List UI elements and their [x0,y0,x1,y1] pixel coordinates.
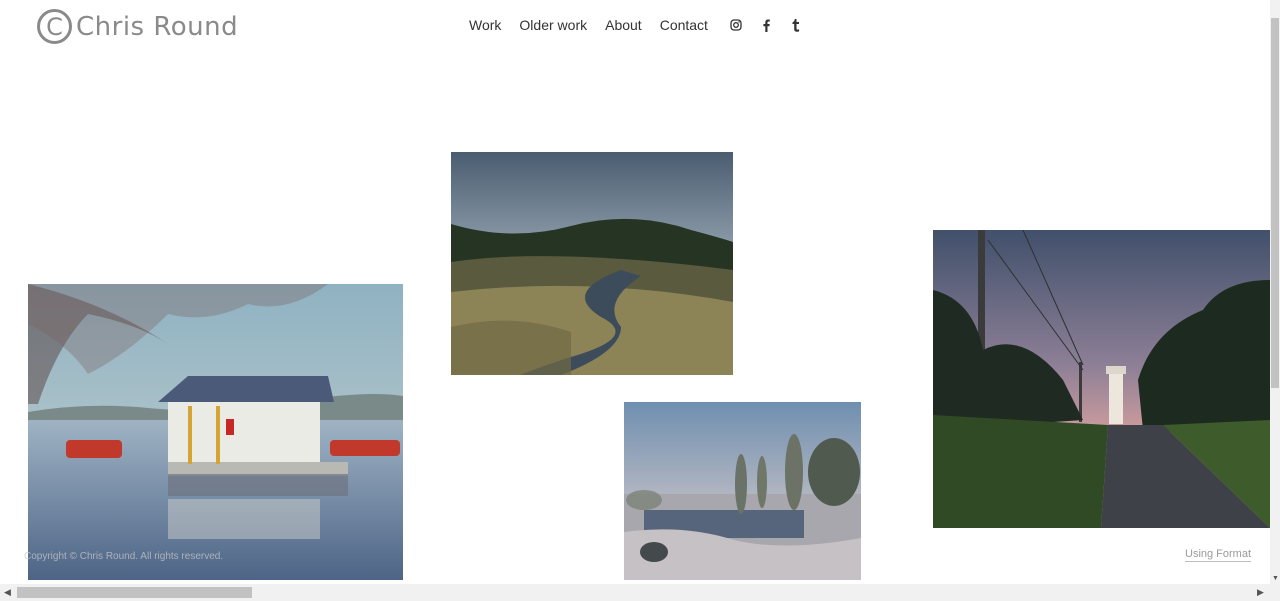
tumblr-icon[interactable] [788,17,804,33]
site-logo[interactable]: C Chris Round [37,9,238,44]
horizontal-scrollbar-thumb[interactable] [17,587,252,598]
copyright-logo-icon: C [37,9,72,44]
nav-contact[interactable]: Contact [660,17,708,33]
horizontal-scrollbar[interactable]: ◀ ▶ [0,584,1270,601]
boathouse-photo[interactable] [28,284,403,580]
vertical-scrollbar[interactable]: ▼ [1270,0,1280,584]
nav-work[interactable]: Work [469,17,501,33]
facebook-icon[interactable] [758,17,774,33]
scroll-down-arrow-icon[interactable]: ▼ [1272,575,1279,582]
vertical-scrollbar-thumb[interactable] [1271,18,1279,388]
main-nav: Work Older work About Contact [469,16,804,34]
nav-older-work[interactable]: Older work [519,17,587,33]
frosty-pond-photo[interactable] [624,402,861,580]
nav-about[interactable]: About [605,17,642,33]
lighthouse-road-photo[interactable] [933,230,1270,528]
site-title: Chris Round [76,11,239,42]
scroll-right-arrow-icon[interactable]: ▶ [1257,587,1264,598]
copyright-text: Copyright © Chris Round. All rights rese… [24,551,224,562]
scrollbar-corner [1270,584,1280,601]
scroll-left-arrow-icon[interactable]: ◀ [4,587,11,598]
alpine-stream-photo[interactable] [451,152,733,375]
social-links [728,17,804,33]
using-format-link[interactable]: Using Format [1185,548,1252,562]
instagram-icon[interactable] [728,17,744,33]
